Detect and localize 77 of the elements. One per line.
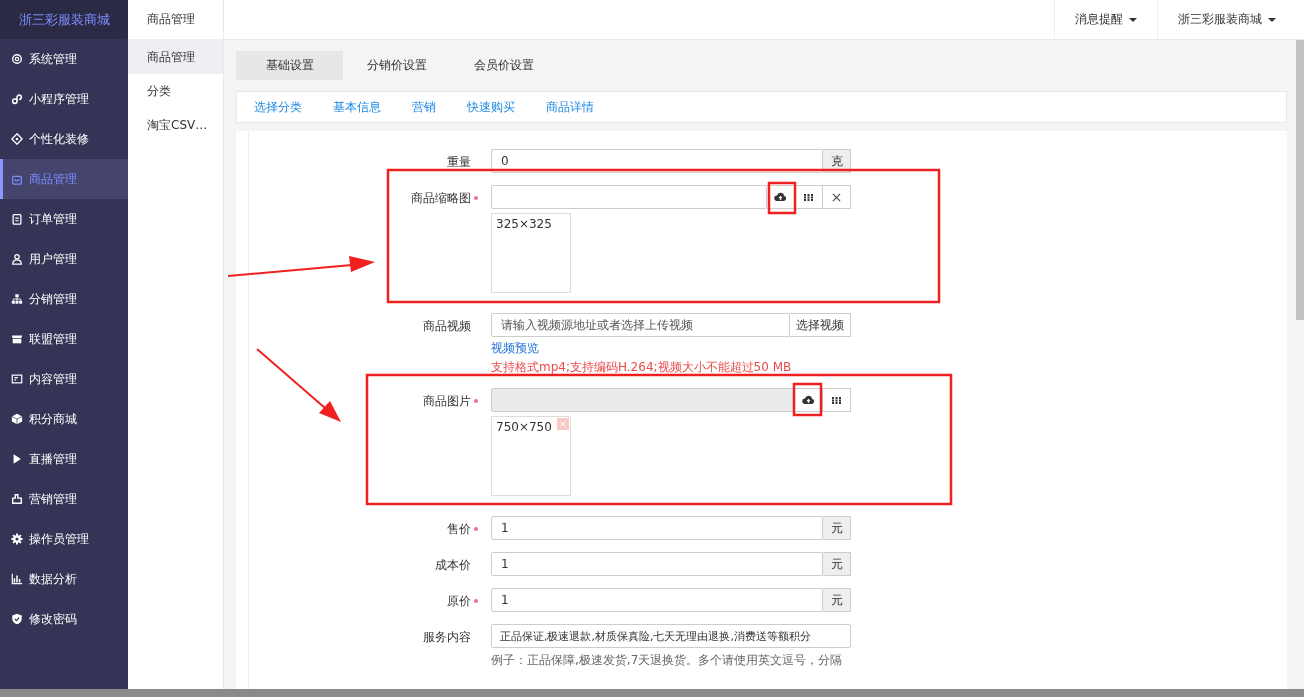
- brand-title: 浙三彩服装商城: [0, 0, 128, 39]
- submenu-item[interactable]: 淘宝CSV…: [128, 108, 223, 142]
- format-hint: 支持格式mp4;支持编码H.264;视频大小不能超过50 MB: [491, 359, 793, 376]
- grid-icon: [804, 193, 813, 201]
- store-icon: [11, 333, 23, 345]
- submenu-item[interactable]: 分类: [128, 74, 223, 108]
- sidebar-item[interactable]: 操作员管理: [0, 519, 128, 559]
- bag-icon: [11, 173, 23, 185]
- sidebar-item[interactable]: 内容管理: [0, 359, 128, 399]
- submenu-item[interactable]: 商品管理: [128, 40, 223, 74]
- diamond-icon: [11, 133, 23, 145]
- sidebar-item[interactable]: 用户管理: [0, 239, 128, 279]
- tab[interactable]: 基础设置: [236, 51, 343, 80]
- section-link[interactable]: 选择分类: [254, 98, 302, 116]
- gear-icon: [11, 53, 23, 65]
- video-preview-link[interactable]: 视频预览: [491, 340, 851, 357]
- field-label: 成本价: [435, 557, 471, 574]
- sidebar-item[interactable]: 个性化装修: [0, 119, 128, 159]
- input-field[interactable]: 正品保证,极速退款,材质保真险,七天无理由退换,消费送等额积分: [491, 624, 851, 648]
- sidebar-item[interactable]: 营销管理: [0, 479, 128, 519]
- section-link[interactable]: 商品详情: [546, 98, 594, 116]
- scrollbar[interactable]: [1296, 40, 1304, 320]
- cog-icon: [11, 533, 23, 545]
- sidebar-item[interactable]: 积分商城: [0, 399, 128, 439]
- upload-button[interactable]: [767, 185, 795, 209]
- cloud-upload-icon: [802, 395, 815, 405]
- shield-icon: [11, 613, 23, 625]
- field-label: 原价: [447, 593, 471, 610]
- clipboard-icon: [11, 213, 23, 225]
- sidebar-item[interactable]: 数据分析: [0, 559, 128, 599]
- input-field[interactable]: [491, 185, 767, 209]
- caret-icon: [1268, 17, 1276, 22]
- field-label: 商品图片: [423, 393, 471, 410]
- caret-icon: [1129, 17, 1137, 22]
- sidebar-item[interactable]: 联盟管理: [0, 319, 128, 359]
- tab[interactable]: 分销价设置: [343, 51, 450, 80]
- image-size-text: 750×750: [496, 420, 552, 434]
- field-label: 商品视频: [423, 318, 471, 335]
- input-field[interactable]: 1: [491, 552, 823, 576]
- input-field[interactable]: 0: [491, 149, 823, 173]
- field-label: 商品缩略图: [411, 190, 471, 207]
- close-icon: [832, 192, 841, 202]
- cloud-upload-icon: [774, 192, 787, 202]
- bar-chart-icon: [11, 573, 23, 585]
- input-field[interactable]: 1: [491, 588, 823, 612]
- cube-icon: [11, 413, 23, 425]
- play-icon: [11, 453, 23, 465]
- grid-icon: [832, 396, 841, 404]
- sitemap-icon: [11, 293, 23, 305]
- example-hint: 例子：正品保障,极速发货,7天退换货。多个请使用英文逗号，分隔: [491, 652, 844, 669]
- unit-addon: 元: [823, 552, 851, 576]
- hand-icon: [11, 493, 23, 505]
- unit-addon: 元: [823, 588, 851, 612]
- video-url-field[interactable]: 请输入视频源地址或者选择上传视频: [491, 313, 790, 337]
- sidebar-item[interactable]: 小程序管理: [0, 79, 128, 119]
- person-icon: [11, 253, 23, 265]
- sidebar-item[interactable]: 直播管理: [0, 439, 128, 479]
- scrollbar[interactable]: [0, 689, 1304, 697]
- section-link[interactable]: 营销: [412, 98, 436, 116]
- field-label: 重量: [447, 154, 471, 171]
- sidebar-item[interactable]: 分销管理: [0, 279, 128, 319]
- unit-addon: 克: [823, 149, 851, 173]
- field-label: 售价: [447, 521, 471, 538]
- unit-addon: 元: [823, 516, 851, 540]
- image-size-text: 325×325: [496, 217, 552, 231]
- input-field[interactable]: 1: [491, 516, 823, 540]
- sidebar-item[interactable]: 系统管理: [0, 39, 128, 79]
- gallery-button[interactable]: [795, 185, 823, 209]
- section-link[interactable]: 快速购买: [467, 98, 515, 116]
- section-link[interactable]: 基本信息: [333, 98, 381, 116]
- newspaper-icon: [11, 373, 23, 385]
- link-icon: [11, 93, 23, 105]
- tab[interactable]: 会员价设置: [450, 51, 557, 80]
- sidebar-item[interactable]: 订单管理: [0, 199, 128, 239]
- select-video-button[interactable]: 选择视频: [790, 313, 851, 337]
- field-label: 服务内容: [423, 629, 471, 646]
- sidebar-item[interactable]: 修改密码: [0, 599, 128, 639]
